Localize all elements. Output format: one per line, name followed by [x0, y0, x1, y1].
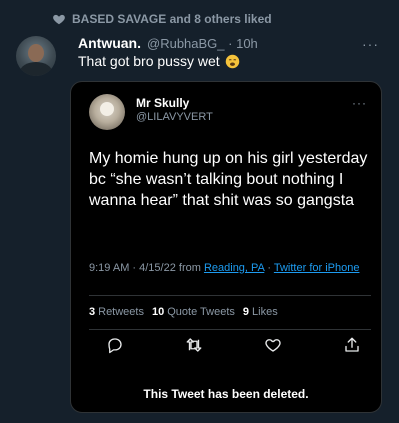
location-link[interactable]: Reading, PA [204, 262, 264, 274]
likes-label: Likes [252, 306, 278, 318]
quoted-avatar[interactable] [89, 94, 125, 130]
tweet-metadata: 9:19 AM · 4/15/22 from Reading, PA · Twi… [89, 261, 373, 276]
tweet-timestamp: 9:19 AM · 4/15/22 from [89, 262, 204, 274]
share-icon[interactable] [343, 336, 361, 354]
client-link[interactable]: Twitter for iPhone [274, 262, 360, 274]
likes-stat[interactable]: 9 Likes [243, 306, 278, 318]
deleted-tweet-notice: This Tweet has been deleted. [143, 387, 309, 401]
divider [89, 329, 371, 330]
meta-separator: · [264, 262, 274, 274]
reply-icon[interactable] [106, 336, 124, 354]
retweets-count: 3 [89, 306, 96, 318]
avatar[interactable] [16, 36, 56, 76]
engagement-stats: 3 Retweets 10 Quote Tweets 9 Likes [89, 306, 278, 318]
author-name[interactable]: Antwuan. [78, 35, 141, 51]
avatar-shirt [20, 62, 52, 76]
retweets-stat[interactable]: 3 Retweets [89, 306, 144, 318]
quoted-author-handle[interactable]: @LILAVYVERT [136, 111, 213, 123]
retweets-label: Retweets [98, 306, 144, 318]
tweet-text: That got bro pussy wet [78, 53, 240, 69]
divider [89, 295, 371, 296]
quoted-more-options-icon[interactable]: ··· [352, 96, 367, 110]
liked-by-row: BASED SAVAGE and 8 others liked [52, 12, 272, 26]
like-icon[interactable] [264, 336, 282, 354]
likes-count: 9 [242, 306, 250, 318]
quotes-stat[interactable]: 10 Quote Tweets [152, 306, 235, 318]
quotes-count: 10 [151, 306, 165, 318]
quoted-author-name[interactable]: Mr Skully [136, 96, 189, 110]
tweet-time[interactable]: · 10h [228, 36, 258, 51]
quoted-tweet-card[interactable]: Mr Skully @LILAVYVERT ··· My homie hung … [70, 81, 382, 413]
quotes-label: Quote Tweets [167, 306, 235, 318]
liked-by-text: BASED SAVAGE and 8 others liked [72, 12, 272, 26]
author-handle-text[interactable]: @RubhaBG_ [147, 36, 225, 51]
retweet-icon[interactable] [185, 336, 203, 354]
action-bar [106, 336, 361, 354]
avatar-face [28, 44, 44, 62]
weary-face-emoji-icon [225, 54, 239, 68]
author-handle: @RubhaBG_ · 10h [147, 36, 258, 51]
quoted-avatar-figure [100, 102, 114, 116]
quoted-tweet-text: My homie hung up on his girl yesterday b… [89, 150, 368, 209]
tweet-text-content: That got bro pussy wet [78, 53, 220, 69]
more-options-icon[interactable]: ··· [362, 36, 379, 52]
tweet-header: Antwuan. @RubhaBG_ · 10h [78, 35, 258, 51]
heart-icon [53, 14, 65, 25]
